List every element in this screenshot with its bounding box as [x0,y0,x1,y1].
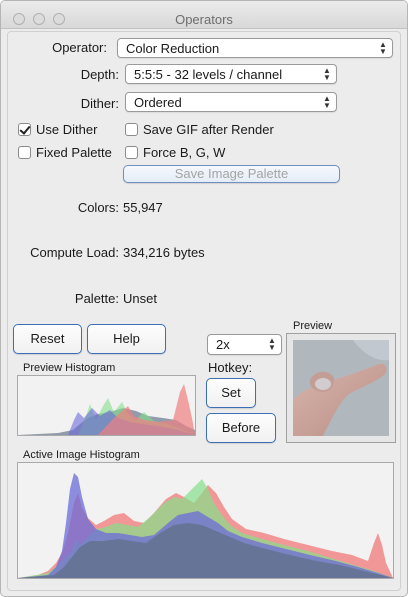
preview-image [293,340,389,436]
depth-label: Depth: [80,67,119,82]
checkbox-unchecked-icon[interactable] [125,123,138,136]
preview-label: Preview [293,320,333,332]
depth-select-value: 5:5:5 - 32 levels / channel [134,67,283,82]
compute-load-value: 334,216 bytes [123,245,205,260]
fixed-palette-checkbox[interactable]: Fixed Palette [18,145,112,160]
palette-label: Palette: [74,291,119,306]
dither-select[interactable]: Ordered ▲ ▼ [125,92,337,112]
title-bar[interactable]: Operators [1,1,407,29]
operator-label: Operator: [52,40,107,55]
chevron-updown-icon: ▲ ▼ [379,40,387,56]
dither-select-value: Ordered [134,95,182,110]
chevron-updown-icon: ▲ ▼ [323,66,331,82]
preview-photo [293,340,389,436]
active-histogram-graph [18,473,393,578]
chevron-updown-icon: ▲ ▼ [268,336,276,352]
help-button[interactable]: Help [87,324,166,354]
window-title: Operators [175,12,233,27]
reset-button[interactable]: Reset [13,324,82,354]
active-histogram-label: Active Image Histogram [23,449,140,461]
fixed-palette-label: Fixed Palette [36,145,112,160]
palette-value: Unset [123,291,157,306]
save-gif-label: Save GIF after Render [143,122,274,137]
zoom-select[interactable]: 2x ▲ ▼ [207,334,282,355]
operators-window: Operators Operator: Color Reduction ▲ ▼ D… [0,0,408,597]
preview-histogram [17,375,196,436]
dither-label: Dither: [80,96,119,111]
force-bgw-checkbox[interactable]: Force B, G, W [125,145,225,160]
checkbox-checked-icon[interactable] [18,123,31,136]
save-image-palette-button[interactable]: Save Image Palette [123,165,340,183]
preview-histogram-graph [18,384,195,435]
preview-pane[interactable] [286,333,396,443]
depth-select[interactable]: 5:5:5 - 32 levels / channel ▲ ▼ [125,64,337,84]
active-histogram [17,462,394,579]
zoom-select-value: 2x [216,337,230,352]
before-button[interactable]: Before [206,413,276,443]
use-dither-checkbox[interactable]: Use Dither [18,122,97,137]
set-hotkey-button[interactable]: Set [206,378,256,408]
use-dither-label: Use Dither [36,122,98,137]
save-gif-checkbox[interactable]: Save GIF after Render [125,122,274,137]
preview-histogram-label: Preview Histogram [23,362,116,374]
checkbox-unchecked-icon[interactable] [125,146,138,159]
operator-select[interactable]: Color Reduction ▲ ▼ [117,38,393,58]
operator-select-value: Color Reduction [126,41,220,56]
colors-label: Colors: [77,200,119,215]
force-bgw-label: Force B, G, W [143,145,226,160]
checkbox-unchecked-icon[interactable] [18,146,31,159]
colors-value: 55,947 [123,200,163,215]
chevron-updown-icon: ▲ ▼ [323,94,331,110]
compute-load-label: Compute Load: [30,245,119,260]
hotkey-label: Hotkey: [208,360,253,375]
